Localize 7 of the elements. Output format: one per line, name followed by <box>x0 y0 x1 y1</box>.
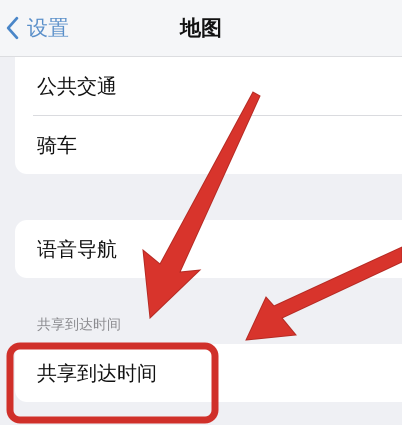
section-header: 共享到达时间 <box>36 316 122 335</box>
settings-row[interactable]: 共享到达时间 <box>15 344 402 402</box>
settings-row[interactable]: 骑车 <box>15 116 402 174</box>
page-title: 地图 <box>180 15 222 42</box>
settings-row[interactable]: 语音导航 <box>15 220 402 278</box>
back-chevron-icon <box>6 16 19 40</box>
settings-row[interactable]: 公共交通 <box>15 57 402 115</box>
